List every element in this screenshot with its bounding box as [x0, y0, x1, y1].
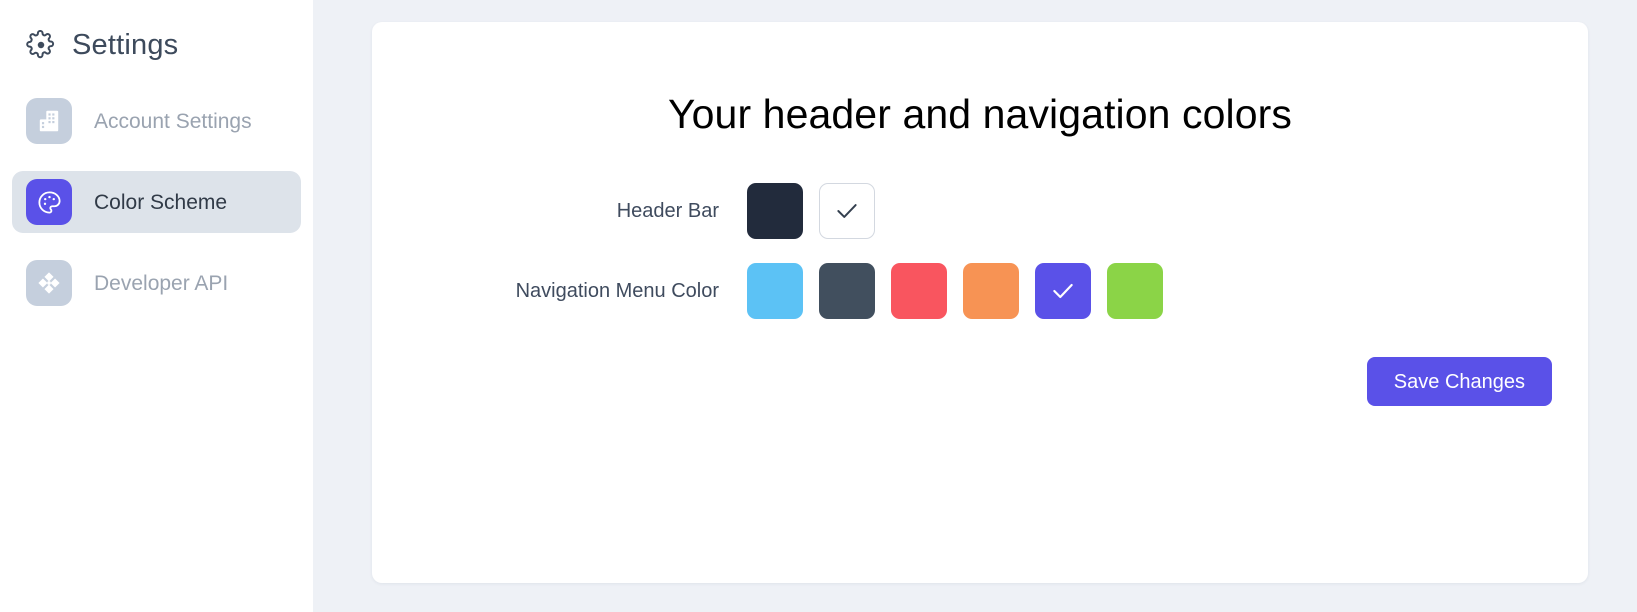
sidebar-item-color-scheme[interactable]: Color Scheme — [12, 171, 301, 233]
header-bar-swatch-group — [747, 183, 875, 239]
color-swatch[interactable] — [819, 263, 875, 319]
color-swatch[interactable] — [963, 263, 1019, 319]
form-row-navigation-menu-color: Navigation Menu Color — [372, 263, 1588, 319]
sidebar-nav: Account Settings Color Scheme Developer … — [0, 90, 313, 314]
palette-icon — [26, 179, 72, 225]
page-title: Settings — [72, 28, 179, 61]
check-icon — [1053, 283, 1073, 299]
sidebar-item-label: Color Scheme — [94, 190, 228, 214]
check-icon — [837, 204, 857, 218]
color-scheme-card: Your header and navigation colors Header… — [372, 22, 1588, 583]
card-title: Your header and navigation colors — [667, 91, 1293, 137]
color-swatch-selected[interactable] — [819, 183, 875, 239]
building-icon — [26, 98, 72, 144]
color-swatch[interactable] — [747, 263, 803, 319]
navigation-menu-swatch-group — [747, 263, 1163, 319]
diamond-nodes-icon — [26, 260, 72, 306]
form-row-header-bar: Header Bar — [372, 183, 1588, 239]
sidebar: Settings Account Settings Color Scheme D… — [0, 0, 313, 612]
header-bar-label: Header Bar — [616, 200, 719, 222]
sidebar-item-label: Developer API — [94, 271, 229, 295]
color-swatch[interactable] — [747, 183, 803, 239]
save-changes-button[interactable]: Save Changes — [1366, 357, 1552, 406]
color-swatch[interactable] — [1107, 263, 1163, 319]
settings-page: Settings Account Settings Color Scheme D… — [0, 0, 1637, 612]
sidebar-header: Settings — [0, 0, 313, 68]
color-swatch-selected[interactable] — [1035, 263, 1091, 319]
gear-icon — [26, 30, 56, 60]
sidebar-item-developer-api[interactable]: Developer API — [12, 252, 301, 314]
navigation-menu-color-label: Navigation Menu Color — [515, 280, 719, 302]
card-actions: Save Changes — [372, 357, 1588, 406]
sidebar-item-account-settings[interactable]: Account Settings — [12, 90, 301, 152]
sidebar-item-label: Account Settings — [94, 109, 252, 133]
color-form: Header Bar Navigation Menu Color Save Ch… — [372, 183, 1588, 406]
color-swatch[interactable] — [891, 263, 947, 319]
main-content: Your header and navigation colors Header… — [313, 0, 1637, 612]
